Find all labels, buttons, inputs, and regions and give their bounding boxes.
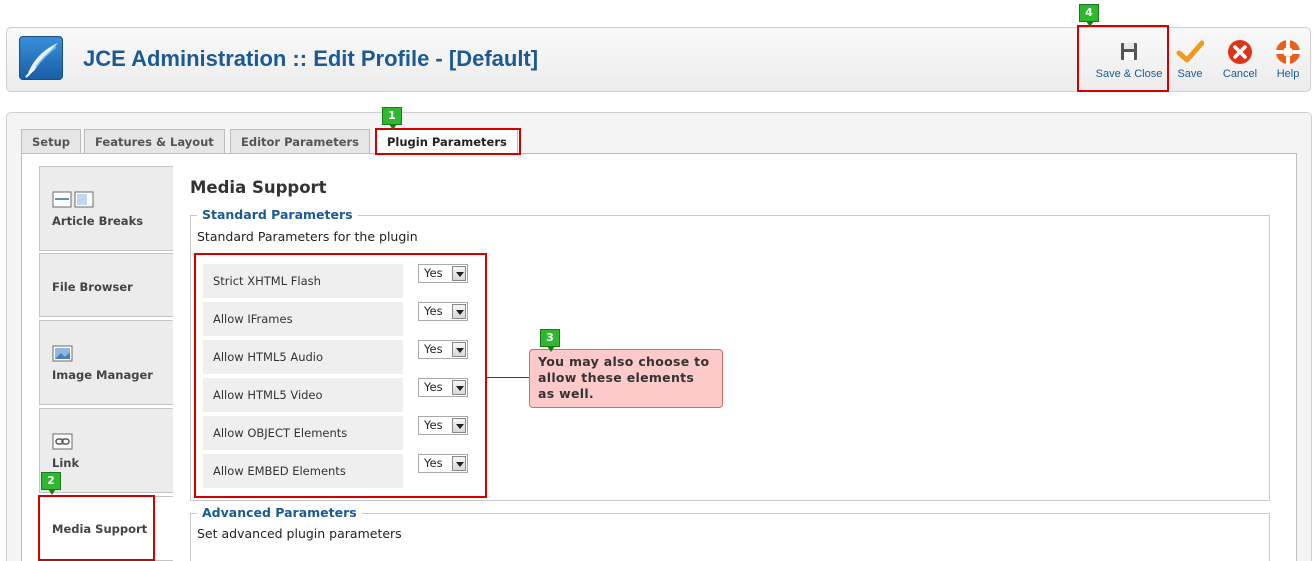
dropdown-arrow-icon — [452, 418, 466, 433]
sidebar-item-media-support[interactable]: Media Support — [39, 496, 173, 561]
param-row-allow-html5-video: Allow HTML5 Video Yes — [203, 378, 473, 412]
cancel-button[interactable]: Cancel — [1219, 38, 1261, 84]
select-value: Yes — [424, 304, 443, 318]
step-badge-1: 1 — [382, 107, 402, 130]
fieldset-description: Set advanced plugin parameters — [197, 526, 402, 541]
fieldset-legend: Standard Parameters — [197, 207, 358, 222]
dropdown-arrow-icon — [452, 304, 466, 319]
save-close-label: Save & Close — [1095, 68, 1163, 80]
page-title: JCE Administration :: Edit Profile - [De… — [83, 46, 539, 71]
article-breaks-icon — [52, 191, 96, 212]
tab-setup[interactable]: Setup — [21, 129, 81, 154]
param-label: Strict XHTML Flash — [203, 264, 403, 298]
cancel-icon — [1228, 40, 1252, 64]
param-row-strict-xhtml-flash: Strict XHTML Flash Yes — [203, 264, 473, 298]
link-icon — [52, 433, 74, 454]
image-manager-icon — [52, 345, 74, 366]
lifebuoy-icon — [1276, 40, 1300, 64]
select-value: Yes — [424, 342, 443, 356]
help-label: Help — [1276, 68, 1300, 80]
sidebar-item-article-breaks[interactable]: Article Breaks — [39, 166, 173, 251]
tab-plugin-parameters[interactable]: Plugin Parameters — [376, 129, 518, 155]
step-badge-4: 4 — [1079, 4, 1099, 27]
fieldset-description: Standard Parameters for the plugin — [197, 229, 418, 244]
sidebar-item-label: File Browser — [52, 280, 133, 294]
floppy-disk-icon — [1121, 43, 1137, 60]
param-label: Allow EMBED Elements — [203, 454, 403, 488]
sidebar-item-label: Media Support — [52, 522, 148, 536]
advanced-parameters-fieldset: Advanced Parameters Set advanced plugin … — [190, 505, 1270, 561]
sidebar-item-label: Link — [52, 456, 80, 470]
param-label: Allow IFrames — [203, 302, 403, 336]
allow-embed-elements-select[interactable]: Yes — [418, 454, 468, 473]
param-row-allow-object-elements: Allow OBJECT Elements Yes — [203, 416, 473, 450]
step-badge-3: 3 — [540, 329, 560, 352]
dropdown-arrow-icon — [452, 266, 466, 281]
param-row-allow-html5-audio: Allow HTML5 Audio Yes — [203, 340, 473, 374]
callout-connector — [486, 377, 529, 378]
dropdown-arrow-icon — [452, 380, 466, 395]
sidebar-item-label: Article Breaks — [52, 214, 144, 228]
allow-iframes-select[interactable]: Yes — [418, 302, 468, 321]
sidebar-item-file-browser[interactable]: File Browser — [39, 253, 173, 317]
save-label: Save — [1177, 68, 1203, 80]
callout-note: You may also choose to allow these eleme… — [529, 349, 723, 408]
param-label: Allow HTML5 Audio — [203, 340, 403, 374]
toolbar-header: JCE Administration :: Edit Profile - [De… — [6, 27, 1311, 92]
save-button[interactable]: Save — [1172, 38, 1208, 84]
step-badge-2: 2 — [41, 472, 61, 495]
jce-logo-icon — [19, 36, 63, 80]
dropdown-arrow-icon — [452, 342, 466, 357]
help-button[interactable]: Help — [1272, 38, 1304, 84]
param-label: Allow OBJECT Elements — [203, 416, 403, 450]
sidebar-item-image-manager[interactable]: Image Manager — [39, 320, 173, 405]
panel-title: Media Support — [190, 178, 327, 197]
tab-editor-parameters[interactable]: Editor Parameters — [230, 129, 371, 154]
select-value: Yes — [424, 418, 443, 432]
checkmark-icon — [1176, 40, 1204, 63]
cancel-label: Cancel — [1222, 68, 1258, 80]
allow-html5-video-select[interactable]: Yes — [418, 378, 468, 397]
tab-features-layout[interactable]: Features & Layout — [84, 129, 225, 154]
param-row-allow-iframes: Allow IFrames Yes — [203, 302, 473, 336]
select-value: Yes — [424, 456, 443, 470]
select-value: Yes — [424, 266, 443, 280]
param-row-allow-embed-elements: Allow EMBED Elements Yes — [203, 454, 473, 488]
sidebar-item-label: Image Manager — [52, 368, 153, 382]
select-value: Yes — [424, 380, 443, 394]
dropdown-arrow-icon — [452, 456, 466, 471]
param-label: Allow HTML5 Video — [203, 378, 403, 412]
save-close-button[interactable]: Save & Close — [1090, 38, 1168, 84]
allow-object-elements-select[interactable]: Yes — [418, 416, 468, 435]
fieldset-legend: Advanced Parameters — [197, 505, 362, 520]
strict-xhtml-flash-select[interactable]: Yes — [418, 264, 468, 283]
allow-html5-audio-select[interactable]: Yes — [418, 340, 468, 359]
